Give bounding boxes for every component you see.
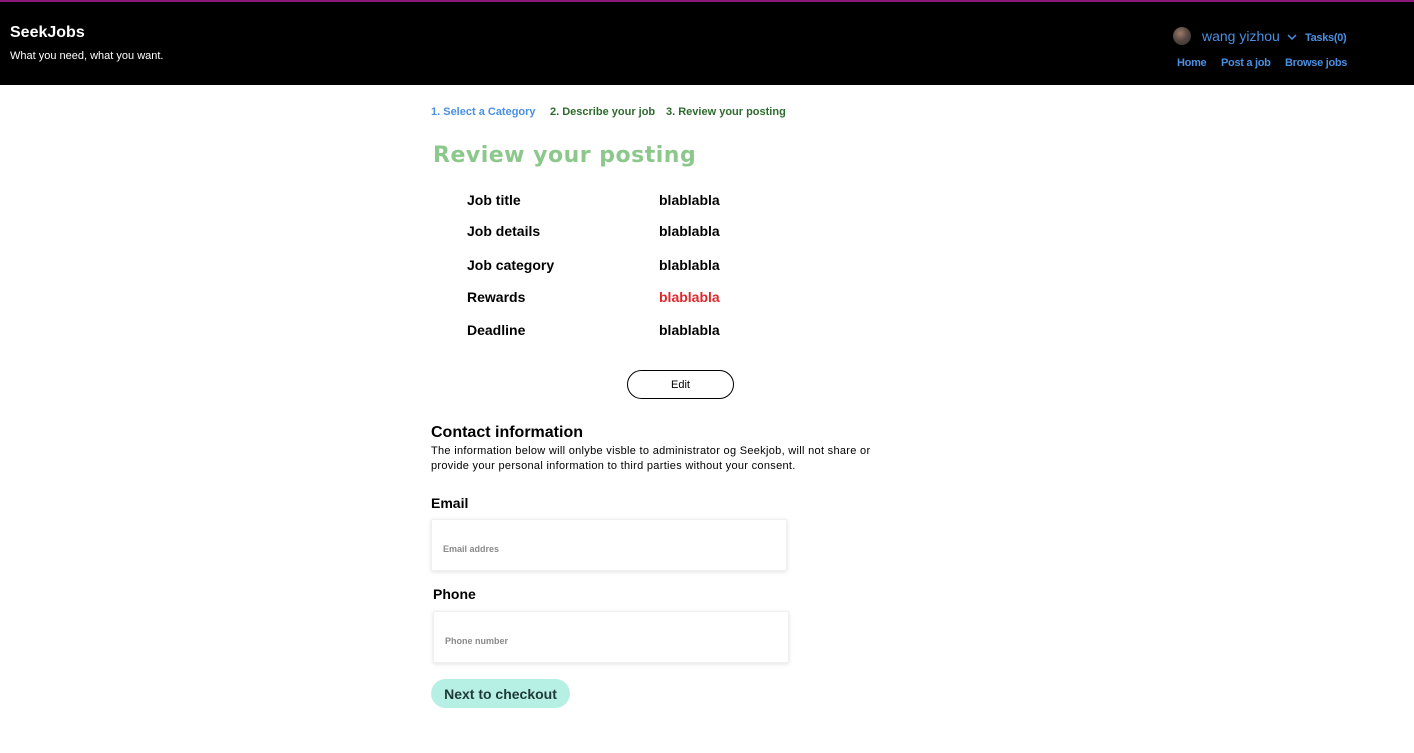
email-field[interactable]: [432, 520, 786, 570]
job-details-label: Job details: [467, 223, 541, 239]
phone-field-container: [433, 611, 789, 663]
phone-field[interactable]: [434, 612, 788, 662]
deadline-value: blablabla: [659, 322, 720, 338]
contact-description: The information below will onlybe visble…: [431, 445, 871, 472]
nav-home[interactable]: Home: [1177, 57, 1207, 69]
email-field-container: [431, 519, 787, 571]
job-title-value: blablabla: [659, 192, 720, 208]
brand-tagline: What you need, what you want.: [10, 50, 164, 62]
top-header: SeekJobs What you need, what you want. w…: [0, 0, 1414, 85]
edit-button[interactable]: Edit: [627, 370, 734, 399]
contact-heading: Contact information: [431, 424, 583, 441]
step-select-category[interactable]: 1. Select a Category: [431, 106, 536, 118]
step-describe-job[interactable]: 2. Describe your job: [550, 106, 655, 118]
rewards-value: blablabla: [659, 289, 720, 305]
job-category-label: Job category: [467, 257, 555, 273]
chevron-down-icon[interactable]: [1287, 32, 1297, 42]
tasks-link[interactable]: Tasks(0): [1305, 32, 1347, 44]
brand-title[interactable]: SeekJobs: [10, 24, 85, 42]
phone-label: Phone: [433, 586, 476, 602]
next-to-checkout-button[interactable]: Next to checkout: [431, 679, 570, 708]
rewards-label: Rewards: [467, 289, 526, 305]
email-label: Email: [431, 495, 469, 511]
job-category-value: blablabla: [659, 257, 720, 273]
nav-browse-jobs[interactable]: Browse jobs: [1285, 57, 1347, 69]
job-title-label: Job title: [467, 192, 521, 208]
nav-post-job[interactable]: Post a job: [1221, 57, 1271, 69]
step-review-posting[interactable]: 3. Review your posting: [666, 106, 786, 118]
page-title: Review your posting: [433, 143, 697, 168]
username-label[interactable]: wang yizhou: [1202, 28, 1280, 44]
job-details-value: blablabla: [659, 223, 720, 239]
user-avatar[interactable]: [1173, 27, 1191, 45]
deadline-label: Deadline: [467, 322, 526, 338]
